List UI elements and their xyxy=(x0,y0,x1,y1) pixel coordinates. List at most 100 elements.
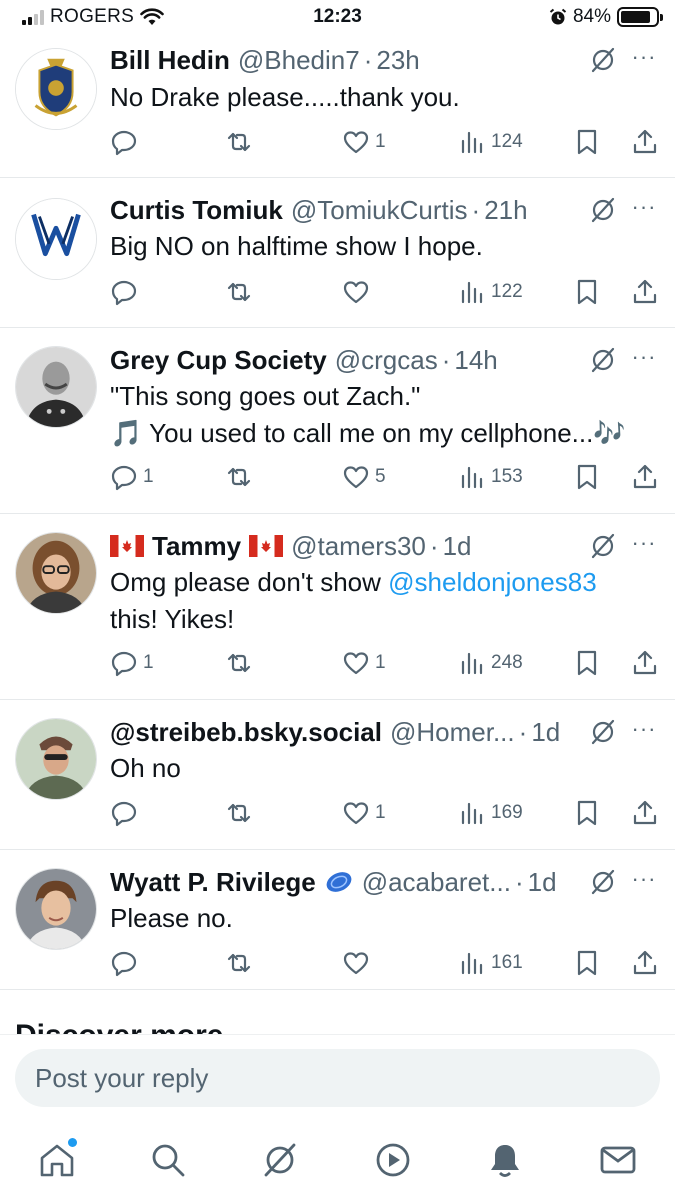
reply-item[interactable]: @streibeb.bsky.social @Homer... · 1d ···… xyxy=(0,700,675,850)
like-button[interactable] xyxy=(342,277,375,307)
like-button[interactable]: 1 xyxy=(342,127,386,157)
repost-button[interactable] xyxy=(225,462,253,492)
display-name[interactable]: Tammy xyxy=(152,531,241,562)
reply-button[interactable] xyxy=(110,127,143,157)
repost-button[interactable] xyxy=(225,127,253,157)
bookmark-button[interactable] xyxy=(573,277,601,307)
share-button[interactable] xyxy=(631,127,659,157)
separator: · xyxy=(429,530,439,561)
timestamp[interactable]: 21h xyxy=(484,195,527,226)
views-button[interactable]: 169 xyxy=(458,798,523,828)
views-button[interactable]: 248 xyxy=(458,648,523,678)
display-name[interactable]: Curtis Tomiuk xyxy=(110,195,283,226)
user-handle[interactable]: @acabaret... xyxy=(362,867,511,898)
reply-button[interactable] xyxy=(110,948,143,978)
nav-home[interactable] xyxy=(37,1138,77,1180)
reply-item[interactable]: Wyatt P. Rivilege @acabaret... · 1d ··· … xyxy=(0,850,675,990)
bookmark-button[interactable] xyxy=(573,648,601,678)
like-button[interactable] xyxy=(342,948,375,978)
nav-video[interactable] xyxy=(373,1140,413,1180)
action-bar: 1 124 xyxy=(110,127,665,157)
avatar[interactable] xyxy=(15,868,97,950)
reply-item[interactable]: Bill Hedin @Bhedin7 · 23h ··· No Drake p… xyxy=(0,34,675,178)
repost-button[interactable] xyxy=(225,948,253,978)
grok-icon[interactable] xyxy=(589,46,617,74)
user-handle[interactable]: @crgcas xyxy=(335,345,438,376)
views-icon xyxy=(461,281,483,304)
reply-icon xyxy=(111,651,137,677)
nav-messages[interactable] xyxy=(598,1140,638,1180)
repost-button[interactable] xyxy=(225,798,253,828)
display-name[interactable]: @streibeb.bsky.social xyxy=(110,717,382,748)
status-bar: ROGERS 12:23 84% xyxy=(0,0,675,34)
like-button[interactable]: 1 xyxy=(342,798,386,828)
grok-icon[interactable] xyxy=(589,868,617,896)
like-button[interactable]: 1 xyxy=(342,648,386,678)
battery-icon xyxy=(617,7,663,27)
views-button[interactable]: 122 xyxy=(458,277,523,307)
reply-item[interactable]: Grey Cup Society @crgcas · 14h ··· "This… xyxy=(0,328,675,514)
alarm-icon xyxy=(549,8,567,25)
timestamp[interactable]: 23h xyxy=(376,45,419,76)
action-bar: 1 169 xyxy=(110,798,665,828)
user-handle[interactable]: @Homer... xyxy=(390,717,515,748)
more-options-icon[interactable]: ··· xyxy=(631,346,657,374)
user-handle[interactable]: @tamers30 xyxy=(291,531,426,562)
more-options-icon[interactable]: ··· xyxy=(631,196,657,224)
like-button[interactable]: 5 xyxy=(342,462,386,492)
bookmark-button[interactable] xyxy=(573,948,601,978)
grok-icon[interactable] xyxy=(589,718,617,746)
more-options-icon[interactable]: ··· xyxy=(631,718,657,746)
timestamp[interactable]: 1d xyxy=(443,531,472,562)
timestamp[interactable]: 14h xyxy=(454,345,497,376)
repost-button[interactable] xyxy=(225,648,253,678)
mention-link[interactable]: @sheldonjones83 xyxy=(388,567,597,597)
action-bar: 1 5 153 xyxy=(110,462,665,492)
avatar[interactable] xyxy=(15,198,97,280)
display-name[interactable]: Wyatt P. Rivilege xyxy=(110,867,316,898)
bookmark-button[interactable] xyxy=(573,462,601,492)
more-options-icon[interactable]: ··· xyxy=(631,532,657,560)
grok-icon[interactable] xyxy=(589,346,617,374)
nav-search[interactable] xyxy=(148,1140,188,1180)
grok-icon[interactable] xyxy=(589,196,617,224)
reply-item[interactable]: Tammy @tamers30 · 1d ··· Omg please don'… xyxy=(0,514,675,700)
views-button[interactable]: 161 xyxy=(458,948,523,978)
repost-button[interactable] xyxy=(225,277,253,307)
views-button[interactable]: 153 xyxy=(458,462,523,492)
more-options-icon[interactable]: ··· xyxy=(631,46,657,74)
share-button[interactable] xyxy=(631,948,659,978)
avatar[interactable] xyxy=(15,532,97,614)
bookmark-button[interactable] xyxy=(573,798,601,828)
share-button[interactable] xyxy=(631,277,659,307)
share-button[interactable] xyxy=(631,648,659,678)
reply-item[interactable]: Curtis Tomiuk @TomiukCurtis · 21h ··· Bi… xyxy=(0,178,675,328)
bookmark-button[interactable] xyxy=(573,127,601,157)
heart-icon xyxy=(343,652,369,675)
portrait-avatar-image xyxy=(16,347,96,427)
views-button[interactable]: 124 xyxy=(458,127,523,157)
timestamp[interactable]: 1d xyxy=(531,717,560,748)
grok-icon[interactable] xyxy=(589,532,617,560)
display-name[interactable]: Bill Hedin xyxy=(110,45,230,76)
user-handle[interactable]: @TomiukCurtis xyxy=(291,195,468,226)
reply-text: Please no. xyxy=(110,903,233,933)
share-button[interactable] xyxy=(631,462,659,492)
reply-button[interactable]: 1 xyxy=(110,648,154,678)
reply-button[interactable] xyxy=(110,277,143,307)
reply-button[interactable] xyxy=(110,798,143,828)
nav-grok[interactable] xyxy=(260,1140,300,1180)
user-handle[interactable]: @Bhedin7 xyxy=(238,45,360,76)
reply-input[interactable]: Post your reply xyxy=(15,1049,660,1107)
timestamp[interactable]: 1d xyxy=(528,867,557,898)
avatar[interactable] xyxy=(15,48,97,130)
display-name[interactable]: Grey Cup Society xyxy=(110,345,327,376)
share-button[interactable] xyxy=(631,798,659,828)
avatar[interactable] xyxy=(15,718,97,800)
more-options-icon[interactable]: ··· xyxy=(631,868,657,896)
nav-notifications[interactable] xyxy=(485,1140,525,1180)
reply-count: 1 xyxy=(143,652,154,673)
logo-avatar-image xyxy=(16,199,96,279)
reply-button[interactable]: 1 xyxy=(110,462,154,492)
avatar[interactable] xyxy=(15,346,97,428)
